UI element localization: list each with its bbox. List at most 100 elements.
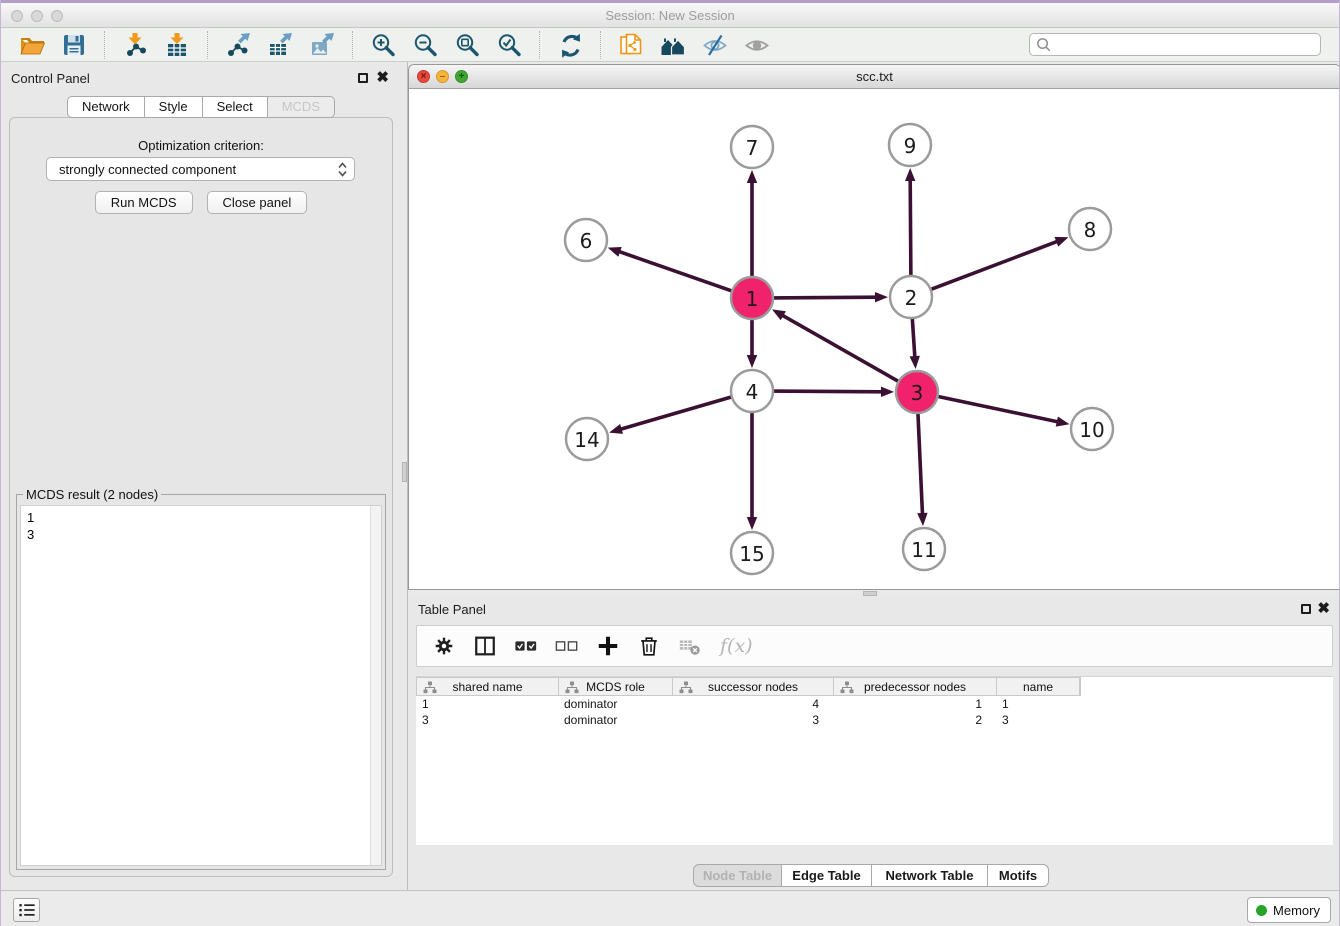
network-view-window: × – + scc.txt 7968124314101511 bbox=[408, 64, 1340, 590]
tab-motifs[interactable]: Motifs bbox=[988, 864, 1049, 887]
import-network-button[interactable] bbox=[120, 30, 150, 60]
table-cell[interactable]: 4 bbox=[672, 696, 833, 712]
run-mcds-button[interactable]: Run MCDS bbox=[95, 191, 193, 214]
arrowhead-2-8 bbox=[1055, 237, 1069, 247]
graph-node-2[interactable]: 2 bbox=[890, 276, 932, 318]
task-history-button[interactable] bbox=[13, 898, 40, 922]
zoom-in-button[interactable] bbox=[368, 30, 398, 60]
column-header-shared-name[interactable]: shared name bbox=[417, 678, 559, 695]
close-panel-button[interactable]: Close panel bbox=[207, 191, 308, 214]
column-header-predecessor-nodes[interactable]: predecessor nodes bbox=[834, 678, 997, 695]
export-image-button[interactable] bbox=[307, 30, 337, 60]
table-cell[interactable]: 2 bbox=[833, 712, 996, 728]
save-session-button[interactable] bbox=[59, 30, 89, 60]
float-table-panel-icon[interactable] bbox=[1301, 604, 1311, 614]
tab-node-table[interactable]: Node Table bbox=[693, 864, 782, 887]
tab-select[interactable]: Select bbox=[203, 96, 268, 118]
tab-edge-table[interactable]: Edge Table bbox=[782, 864, 872, 887]
vertical-splitter[interactable] bbox=[401, 62, 408, 890]
edge-2-3[interactable] bbox=[912, 315, 915, 358]
edge-3-11[interactable] bbox=[918, 410, 923, 515]
close-panel-icon[interactable]: ✖ bbox=[376, 72, 389, 84]
memory-button[interactable]: Memory bbox=[1247, 897, 1331, 923]
graph-node-6[interactable]: 6 bbox=[565, 219, 607, 261]
hide-graphics-details-button[interactable] bbox=[700, 30, 730, 60]
import-table-button[interactable] bbox=[162, 30, 192, 60]
export-table-button[interactable] bbox=[265, 30, 295, 60]
checked-boxes-icon bbox=[514, 634, 538, 658]
zoom-fit-button[interactable] bbox=[452, 30, 482, 60]
home-button[interactable] bbox=[658, 30, 688, 60]
close-table-panel-icon[interactable]: ✖ bbox=[1317, 603, 1330, 615]
splitter-handle[interactable] bbox=[402, 462, 407, 482]
deselect-all-rows-button[interactable] bbox=[554, 633, 580, 659]
tab-style[interactable]: Style bbox=[145, 96, 203, 118]
table-row[interactable]: 1dominator411 bbox=[416, 696, 1333, 712]
search-box[interactable] bbox=[1029, 33, 1321, 56]
table-cell[interactable]: 1 bbox=[833, 696, 996, 712]
tab-mcds[interactable]: MCDS bbox=[268, 96, 335, 118]
edge-4-14[interactable] bbox=[620, 396, 735, 430]
control-panel-tabs: NetworkStyleSelectMCDS bbox=[1, 96, 401, 118]
table-cell[interactable]: 1 bbox=[416, 696, 558, 712]
edge-2-9[interactable] bbox=[910, 179, 911, 279]
tab-network-table[interactable]: Network Table bbox=[872, 864, 988, 887]
edge-1-2[interactable] bbox=[770, 297, 877, 298]
node-label: 7 bbox=[746, 136, 759, 160]
table-cell[interactable]: dominator bbox=[558, 712, 672, 728]
graph-node-3[interactable]: 3 bbox=[896, 371, 938, 413]
tab-network[interactable]: Network bbox=[67, 96, 145, 118]
graph-node-15[interactable]: 15 bbox=[731, 532, 773, 574]
column-header-name[interactable]: name bbox=[997, 678, 1080, 695]
table-cell[interactable]: 3 bbox=[672, 712, 833, 728]
graph-node-7[interactable]: 7 bbox=[731, 126, 773, 168]
float-panel-icon[interactable] bbox=[358, 73, 368, 83]
splitter-handle[interactable] bbox=[863, 591, 877, 596]
edge-3-1[interactable] bbox=[782, 315, 902, 383]
graph-node-10[interactable]: 10 bbox=[1071, 408, 1113, 450]
houses-icon bbox=[660, 32, 686, 58]
plus-icon bbox=[596, 634, 620, 658]
graph-node-1[interactable]: 1 bbox=[731, 277, 773, 319]
result-scrollbar[interactable] bbox=[370, 506, 381, 865]
table-settings-button[interactable] bbox=[431, 633, 457, 659]
network-canvas[interactable]: 7 9 6 8 1 2 4 3 14 10 15 11 bbox=[409, 89, 1340, 589]
delete-column-button[interactable] bbox=[636, 633, 662, 659]
network-from-file-button[interactable] bbox=[616, 30, 646, 60]
table-cell[interactable]: dominator bbox=[558, 696, 672, 712]
horizontal-splitter[interactable] bbox=[408, 590, 1340, 597]
toggle-columns-button[interactable] bbox=[472, 633, 498, 659]
node-label: 4 bbox=[746, 380, 759, 404]
network-graph[interactable]: 7 9 6 8 1 2 4 3 14 10 15 11 bbox=[409, 89, 1340, 589]
create-column-button[interactable] bbox=[595, 633, 621, 659]
unchecked-boxes-icon bbox=[555, 634, 579, 658]
graph-node-9[interactable]: 9 bbox=[889, 124, 931, 166]
apply-layout-button[interactable] bbox=[555, 30, 585, 60]
edge-4-3[interactable] bbox=[770, 391, 883, 392]
graph-node-14[interactable]: 14 bbox=[566, 418, 608, 460]
select-all-rows-button[interactable] bbox=[513, 633, 539, 659]
criterion-select[interactable]: strongly connected component bbox=[46, 157, 355, 181]
table-row[interactable]: 3dominator323 bbox=[416, 712, 1333, 728]
graph-node-4[interactable]: 4 bbox=[731, 370, 773, 412]
export-image-icon bbox=[309, 32, 335, 58]
edge-1-6[interactable] bbox=[618, 251, 735, 292]
edge-3-10[interactable] bbox=[935, 396, 1059, 422]
graph-node-8[interactable]: 8 bbox=[1069, 208, 1111, 250]
column-header-MCDS-role[interactable]: MCDS role bbox=[559, 678, 673, 695]
edge-2-8[interactable] bbox=[928, 241, 1058, 291]
graph-node-11[interactable]: 11 bbox=[903, 528, 945, 570]
export-network-button[interactable] bbox=[223, 30, 253, 60]
column-header-successor-nodes[interactable]: successor nodes bbox=[673, 678, 834, 695]
table-cell[interactable]: 3 bbox=[996, 712, 1079, 728]
open-session-button[interactable] bbox=[17, 30, 47, 60]
search-input[interactable] bbox=[1052, 35, 1320, 54]
table-cell[interactable]: 1 bbox=[996, 696, 1079, 712]
refresh-icon bbox=[557, 32, 583, 58]
mcds-result-textarea[interactable]: 13 bbox=[20, 505, 382, 866]
table-cell[interactable]: 3 bbox=[416, 712, 558, 728]
table-panel-title: Table Panel bbox=[418, 602, 486, 617]
zoom-out-button[interactable] bbox=[410, 30, 440, 60]
zoom-selected-button[interactable] bbox=[494, 30, 524, 60]
delete-table-button bbox=[677, 633, 703, 659]
